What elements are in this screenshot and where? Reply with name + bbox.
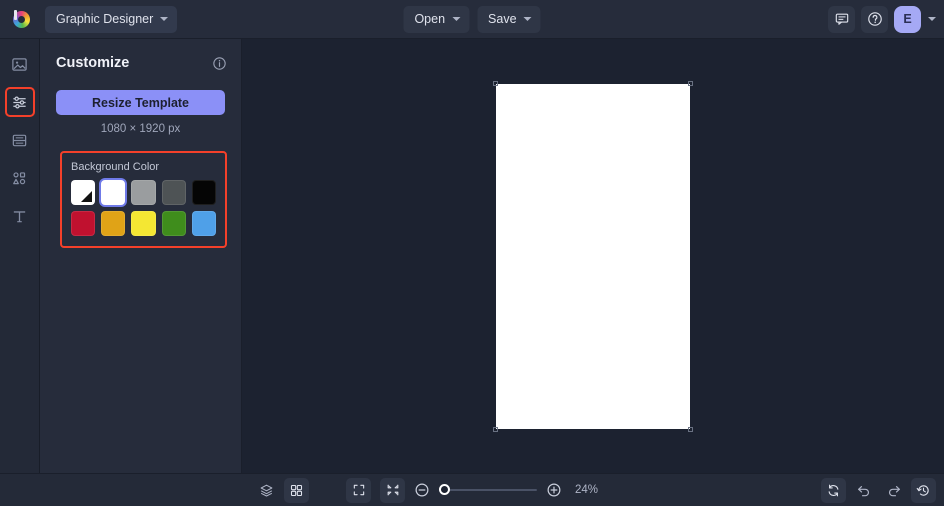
color-swatch-green[interactable] [161, 211, 186, 236]
page-title: Customize [56, 55, 130, 71]
resize-handle-top-left[interactable] [493, 80, 498, 86]
save-button[interactable]: Save [477, 5, 541, 33]
app-logo[interactable] [8, 6, 34, 32]
logo-stem-icon [14, 10, 17, 20]
color-swatch-transparent-white[interactable] [71, 180, 96, 205]
template-dimensions: 1080 × 1920 px [100, 123, 181, 135]
grid-view-button[interactable] [284, 477, 309, 503]
resize-template-label: Resize Template [91, 95, 190, 110]
chevron-down-icon [160, 17, 169, 21]
zoom-out-icon [415, 483, 429, 497]
color-swatch-dark-gray[interactable] [161, 180, 186, 205]
color-swatch-blue[interactable] [191, 211, 217, 236]
layers-button[interactable] [254, 478, 279, 503]
help-button[interactable] [861, 5, 888, 33]
open-label: Open [414, 12, 446, 26]
comment-icon [835, 13, 848, 25]
sidebar-item-shapes[interactable] [6, 164, 34, 192]
panel-header: Customize [40, 51, 241, 75]
sidebar-item-layouts[interactable] [6, 126, 34, 154]
redo-button[interactable] [881, 478, 906, 503]
undo-icon [857, 486, 869, 497]
color-swatch-black[interactable] [191, 180, 217, 205]
avatar-initial: E [903, 12, 912, 26]
background-color-group: Background Color [60, 151, 227, 248]
zoom-slider-handle[interactable] [438, 484, 450, 495]
info-button[interactable] [212, 56, 227, 71]
bottom-right-tools [821, 477, 936, 503]
collapse-screen-icon [387, 484, 398, 496]
user-avatar[interactable]: E [894, 5, 921, 33]
project-name-label: Graphic Designer [56, 12, 154, 26]
image-icon [12, 57, 27, 71]
design-canvas-page[interactable] [493, 80, 693, 432]
history-button[interactable] [911, 477, 936, 503]
save-label: Save [488, 12, 517, 26]
chevron-down-icon [523, 17, 532, 21]
history-icon [916, 484, 929, 496]
top-bar: Graphic Designer Open Save E [0, 0, 944, 39]
color-swatch-yellow[interactable] [131, 211, 156, 236]
fit-to-screen-button[interactable] [345, 477, 371, 503]
zoom-in-icon [547, 483, 561, 497]
color-swatch-white[interactable] [101, 180, 126, 205]
comments-button[interactable] [828, 5, 855, 33]
bottom-bar: 24% [0, 473, 944, 506]
zoom-level-label: 24% [574, 484, 599, 496]
chevron-down-icon [452, 17, 461, 21]
redo-icon [888, 486, 900, 497]
undo-button[interactable] [851, 478, 876, 503]
help-icon [867, 12, 882, 26]
sidebar-item-images[interactable] [6, 50, 34, 78]
project-name-dropdown[interactable]: Graphic Designer [45, 5, 178, 33]
sliders-icon [13, 96, 26, 108]
app-body: Customize Resize Template 1080 × 1920 px… [0, 39, 944, 473]
info-icon [213, 56, 226, 70]
collapse-screen-button[interactable] [379, 477, 405, 503]
zoom-in-button[interactable] [546, 482, 562, 498]
sidebar-item-text[interactable] [6, 202, 34, 230]
sync-icon [828, 484, 839, 496]
open-button[interactable]: Open [403, 5, 470, 33]
swatch-row-1 [71, 180, 217, 205]
top-bar-actions: E [828, 5, 944, 33]
resize-handle-top-right[interactable] [688, 80, 693, 86]
grid-icon [290, 484, 303, 496]
canvas-area[interactable] [242, 39, 944, 473]
shapes-icon [13, 171, 26, 184]
resize-handle-bottom-right[interactable] [688, 426, 693, 432]
fit-to-screen-icon [353, 484, 364, 496]
background-color-label: Background Color [71, 161, 160, 173]
color-swatch-light-gray[interactable] [131, 180, 156, 205]
text-icon [13, 210, 26, 222]
layout-icon [12, 134, 27, 146]
resize-template-button[interactable]: Resize Template [56, 90, 225, 115]
swatch-row-2 [71, 211, 217, 236]
sidebar-item-customize[interactable] [4, 87, 35, 117]
file-menu-group: Open Save [403, 5, 541, 33]
zoom-slider[interactable] [438, 484, 537, 495]
color-swatch-crimson[interactable] [71, 211, 96, 236]
sync-button[interactable] [821, 477, 846, 503]
layers-icon [260, 484, 273, 497]
zoom-out-button[interactable] [414, 482, 430, 498]
account-chevron-down-icon[interactable] [928, 17, 936, 21]
customize-panel: Customize Resize Template 1080 × 1920 px… [40, 39, 242, 473]
tool-rail [0, 39, 40, 473]
bottom-left-tools [254, 477, 309, 503]
zoom-controls: 24% [345, 477, 599, 503]
resize-handle-bottom-left[interactable] [493, 426, 498, 432]
color-swatch-amber[interactable] [101, 211, 126, 236]
app-root: Graphic Designer Open Save E Customize R… [0, 0, 944, 506]
